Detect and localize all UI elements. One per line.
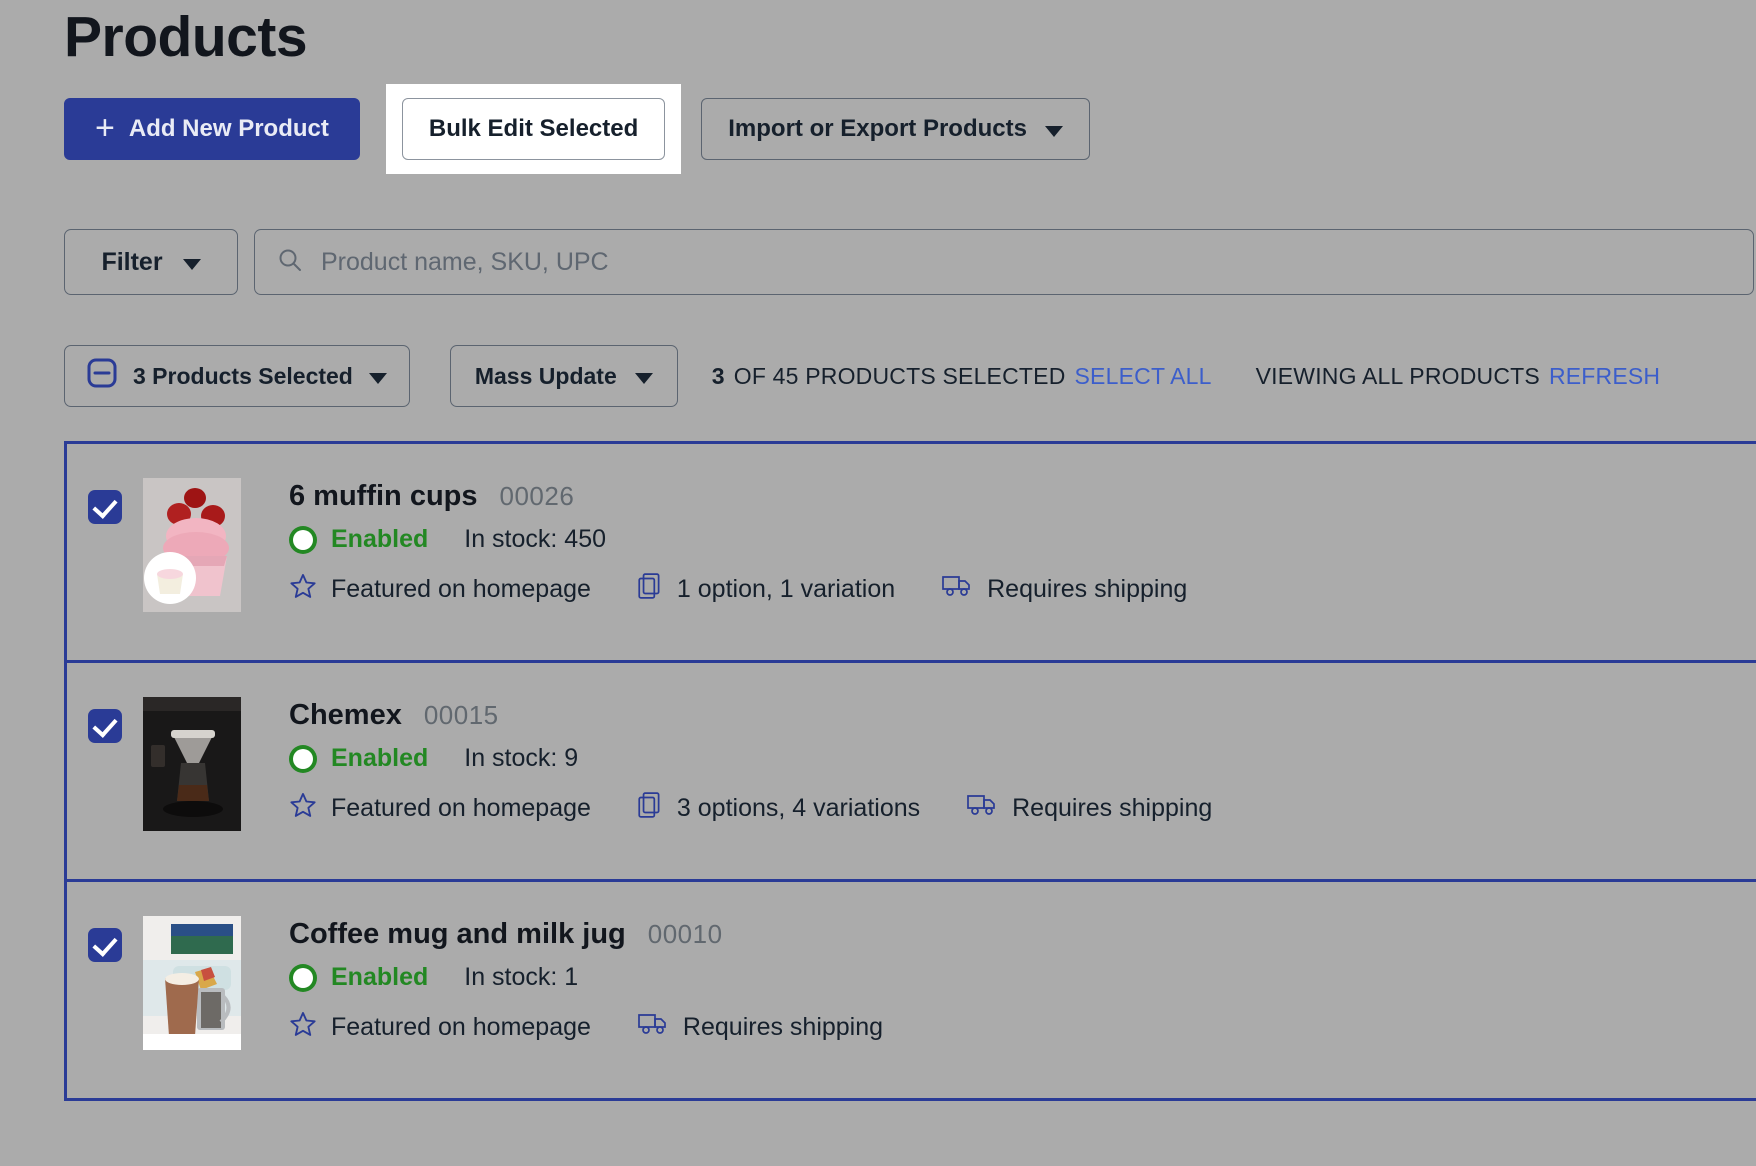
featured-on-homepage[interactable]: Featured on homepage	[289, 572, 591, 607]
mass-update-dropdown[interactable]: Mass Update	[450, 345, 678, 407]
status-badge: Enabled	[331, 963, 428, 992]
featured-on-homepage[interactable]: Featured on homepage	[289, 1010, 591, 1045]
bulk-edit-selected-button[interactable]: Bulk Edit Selected	[402, 98, 665, 160]
featured-label: Featured on homepage	[331, 794, 591, 823]
products-selected-label: 3 Products Selected	[133, 363, 353, 390]
bulk-edit-selected-label: Bulk Edit Selected	[429, 115, 638, 143]
options-variations[interactable]: 1 option, 1 variation	[637, 572, 895, 607]
table-row[interactable]: 6 muffin cups 00026 Enabled In stock: 45…	[64, 441, 1756, 663]
row-status-line: Enabled In stock: 9	[289, 744, 1212, 773]
table-row[interactable]: Chemex 00015 Enabled In stock: 9 Feature…	[64, 660, 1756, 882]
chevron-down-icon	[183, 259, 201, 270]
chevron-down-icon	[369, 373, 387, 384]
product-name[interactable]: 6 muffin cups	[289, 480, 478, 513]
stock-text: In stock: 9	[464, 744, 578, 773]
row-title-line: Chemex 00015	[289, 699, 1212, 732]
product-name[interactable]: Coffee mug and milk jug	[289, 918, 626, 951]
row-status-line: Enabled In stock: 450	[289, 525, 1187, 554]
viewing-label: VIEWING ALL PRODUCTS	[1256, 363, 1540, 390]
import-export-products-button[interactable]: Import or Export Products	[701, 98, 1090, 160]
page-title: Products	[64, 6, 307, 69]
row-title-line: 6 muffin cups 00026	[289, 480, 1187, 513]
row-title-line: Coffee mug and milk jug 00010	[289, 918, 883, 951]
row-info: 6 muffin cups 00026 Enabled In stock: 45…	[241, 478, 1187, 607]
search-input[interactable]: Product name, SKU, UPC	[321, 248, 609, 277]
featured-on-homepage[interactable]: Featured on homepage	[289, 791, 591, 826]
stock-text: In stock: 450	[464, 525, 606, 554]
selected-count-suffix: OF 45 PRODUCTS SELECTED	[734, 363, 1066, 390]
star-icon	[289, 572, 317, 607]
row-meta-line: Featured on homepage Requires shipping	[289, 1010, 883, 1045]
status-badge: Enabled	[331, 744, 428, 773]
enabled-toggle-icon[interactable]	[289, 745, 317, 773]
product-sku: 00026	[500, 481, 575, 512]
featured-label: Featured on homepage	[331, 575, 591, 604]
primary-action-bar: + Add New Product Bulk Edit Selected Imp…	[64, 98, 1090, 174]
row-checkbox[interactable]	[88, 928, 122, 962]
row-checkbox[interactable]	[88, 709, 122, 743]
requires-shipping[interactable]: Requires shipping	[941, 573, 1187, 606]
plus-icon: +	[95, 111, 115, 145]
mass-update-label: Mass Update	[475, 363, 617, 390]
row-meta-line: Featured on homepage 3 options, 4 variat…	[289, 791, 1212, 826]
enabled-toggle-icon[interactable]	[289, 964, 317, 992]
shipping-label: Requires shipping	[1012, 794, 1212, 823]
chevron-down-icon	[1045, 126, 1063, 137]
cupcake-thumbnail	[143, 478, 241, 612]
requires-shipping[interactable]: Requires shipping	[966, 792, 1212, 825]
row-info: Chemex 00015 Enabled In stock: 9 Feature…	[241, 697, 1212, 826]
star-icon	[289, 1010, 317, 1045]
requires-shipping[interactable]: Requires shipping	[637, 1011, 883, 1044]
row-checkbox[interactable]	[88, 490, 122, 524]
options-label: 3 options, 4 variations	[677, 794, 920, 823]
product-list: 6 muffin cups 00026 Enabled In stock: 45…	[64, 444, 1756, 1158]
next-table-row-partial[interactable]	[64, 1098, 1756, 1158]
row-status-line: Enabled In stock: 1	[289, 963, 883, 992]
row-checkbox-cell	[67, 916, 143, 962]
stock-text: In stock: 1	[464, 963, 578, 992]
products-selected-dropdown[interactable]: 3 Products Selected	[64, 345, 410, 407]
featured-label: Featured on homepage	[331, 1013, 591, 1042]
row-meta-line: Featured on homepage 1 option, 1 variati…	[289, 572, 1187, 607]
row-checkbox-cell	[67, 697, 143, 743]
options-variations[interactable]: 3 options, 4 variations	[637, 791, 920, 826]
product-name[interactable]: Chemex	[289, 699, 402, 732]
layers-icon	[637, 791, 663, 826]
selection-status-row: 3 Products Selected Mass Update 3 OF 45 …	[64, 345, 1660, 407]
selection-summary: 3 OF 45 PRODUCTS SELECTED SELECT ALL VIE…	[712, 363, 1661, 390]
chevron-down-icon	[635, 373, 653, 384]
indeterminate-checkbox-icon	[87, 358, 117, 394]
layers-icon	[637, 572, 663, 607]
import-export-products-label: Import or Export Products	[728, 115, 1027, 143]
truck-icon	[941, 573, 973, 606]
add-new-product-button[interactable]: + Add New Product	[64, 98, 360, 160]
refresh-link[interactable]: REFRESH	[1549, 363, 1660, 390]
chemex-thumbnail	[143, 697, 241, 831]
select-all-link[interactable]: SELECT ALL	[1075, 363, 1212, 390]
filter-dropdown-button[interactable]: Filter	[64, 229, 238, 295]
row-checkbox-cell	[67, 478, 143, 524]
search-icon	[277, 247, 303, 278]
enabled-toggle-icon[interactable]	[289, 526, 317, 554]
add-new-product-label: Add New Product	[129, 115, 329, 143]
shipping-label: Requires shipping	[683, 1013, 883, 1042]
truck-icon	[966, 792, 998, 825]
filter-label: Filter	[101, 248, 162, 277]
truck-icon	[637, 1011, 669, 1044]
row-info: Coffee mug and milk jug 00010 Enabled In…	[241, 916, 883, 1045]
options-label: 1 option, 1 variation	[677, 575, 895, 604]
status-badge: Enabled	[331, 525, 428, 554]
filter-search-row: Filter Product name, SKU, UPC	[64, 229, 1754, 295]
product-sku: 00015	[424, 700, 499, 731]
search-input-wrapper[interactable]: Product name, SKU, UPC	[254, 229, 1754, 295]
product-sku: 00010	[648, 919, 723, 950]
table-row[interactable]: Coffee mug and milk jug 00010 Enabled In…	[64, 879, 1756, 1101]
selected-count: 3	[712, 363, 725, 390]
bulk-edit-highlight-annotation: Bulk Edit Selected	[386, 84, 681, 174]
star-icon	[289, 791, 317, 826]
shipping-label: Requires shipping	[987, 575, 1187, 604]
coffee-mug-thumbnail	[143, 916, 241, 1050]
